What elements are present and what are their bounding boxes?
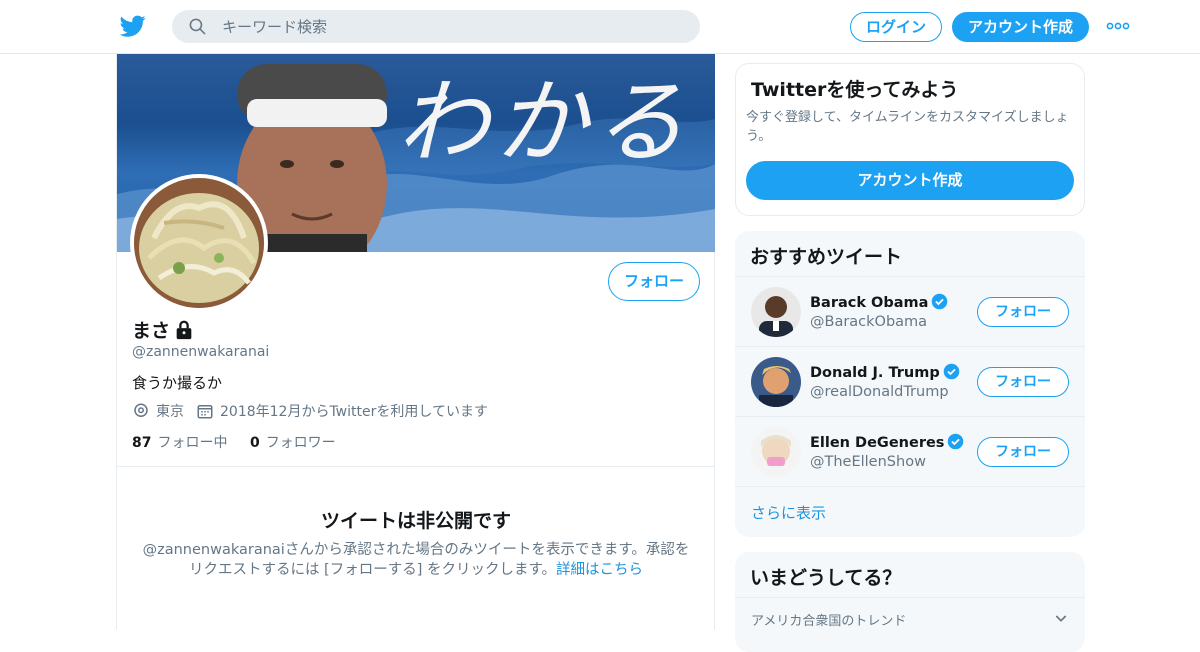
- followers-count: 0: [249, 435, 260, 451]
- account-name-text: Donald J. Trump: [810, 365, 940, 381]
- top-navigation-bar: ログイン アカウント作成: [0, 0, 1200, 54]
- search-input[interactable]: [222, 10, 682, 43]
- follow-button[interactable]: フォロー: [977, 297, 1069, 327]
- profile-handle: @zannenwakaranai: [132, 344, 270, 360]
- ramen-photo: [134, 178, 264, 308]
- login-button[interactable]: ログイン: [850, 12, 942, 42]
- chevron-down-icon[interactable]: [1053, 610, 1069, 626]
- more-options-icon[interactable]: [1106, 20, 1130, 32]
- account-name[interactable]: Donald J. Trump: [810, 363, 960, 381]
- signup-card-button[interactable]: アカウント作成: [746, 161, 1074, 200]
- profile-display-name: まさ: [132, 320, 171, 342]
- recommended-accounts-card: おすすめツイート Barack Obama @BarackObama フォロー …: [735, 231, 1085, 537]
- trends-region-label: アメリカ合衆国のトレンド: [751, 614, 907, 629]
- verified-badge-icon: [932, 293, 948, 310]
- signup-card-title: Twitterを使ってみよう: [751, 79, 959, 101]
- show-more-link[interactable]: さらに表示: [735, 486, 1085, 537]
- account-name-text: Barack Obama: [810, 295, 929, 311]
- private-tweets-description: @zannenwakaranaiさんから承認された場合のみツイートを表示できます…: [137, 540, 695, 580]
- follow-button[interactable]: フォロー: [977, 437, 1069, 467]
- learn-more-link[interactable]: 詳細はこちら: [556, 562, 643, 578]
- twitter-bird-icon[interactable]: [120, 13, 146, 39]
- signup-card-description: 今すぐ登録して、タイムラインをカスタマイズしましょう。: [746, 110, 1069, 144]
- avatar[interactable]: [751, 427, 801, 477]
- profile-avatar[interactable]: [130, 174, 268, 312]
- signup-promo-card: Twitterを使ってみよう 今すぐ登録して、タイムラインをカスタマイズしましょ…: [735, 63, 1085, 216]
- avatar[interactable]: [751, 287, 801, 337]
- trends-title: いまどうしてる？: [750, 567, 902, 589]
- account-handle: @realDonaldTrump: [810, 384, 949, 400]
- profile-bio: 食うか撮るか: [132, 374, 223, 392]
- protected-lock-icon: [176, 320, 192, 340]
- verified-badge-icon: [948, 433, 964, 450]
- recommended-title: おすすめツイート: [750, 246, 903, 268]
- calendar-icon: [197, 405, 213, 419]
- recommended-item[interactable]: Ellen DeGeneres @TheEllenShow フォロー: [735, 416, 1085, 486]
- recommended-item[interactable]: Barack Obama @BarackObama フォロー: [735, 276, 1085, 346]
- follow-button[interactable]: フォロー: [608, 262, 700, 301]
- search-icon: [189, 18, 206, 35]
- profile-stats: 87 フォロー中 0 フォロワー: [132, 432, 354, 452]
- private-tweets-title: ツイートは非公開です: [320, 510, 511, 532]
- follow-button[interactable]: フォロー: [977, 367, 1069, 397]
- avatar[interactable]: [751, 357, 801, 407]
- followers-label: フォロワー: [265, 435, 336, 451]
- recommended-item[interactable]: Donald J. Trump @realDonaldTrump フォロー: [735, 346, 1085, 416]
- banner-text: わかる: [397, 69, 692, 176]
- account-name[interactable]: Ellen DeGeneres: [810, 433, 964, 451]
- following-label: フォロー中: [157, 435, 228, 451]
- search-box[interactable]: [172, 10, 700, 43]
- verified-badge-icon: [943, 363, 960, 380]
- followers-stat[interactable]: 0 フォロワー: [250, 435, 354, 451]
- location-icon: [134, 403, 148, 417]
- profile-card: わかる フォロー まさ @zannenwakaranai 食うか撮るか 東京 2…: [116, 54, 715, 630]
- trends-card: いまどうしてる？ アメリカ合衆国のトレンド: [735, 552, 1085, 652]
- following-count: 87: [132, 435, 152, 451]
- account-handle: @TheEllenShow: [810, 454, 926, 470]
- trends-region-selector[interactable]: アメリカ合衆国のトレンド: [735, 597, 1085, 637]
- profile-joined-date: 2018年12月からTwitterを利用しています: [220, 404, 488, 420]
- following-stat[interactable]: 87 フォロー中: [132, 435, 250, 451]
- divider: [117, 466, 715, 467]
- account-handle: @BarackObama: [810, 314, 928, 330]
- show-more-label: さらに表示: [751, 504, 827, 522]
- profile-location: 東京: [156, 404, 184, 420]
- account-name[interactable]: Barack Obama: [810, 293, 948, 311]
- account-name-text: Ellen DeGeneres: [810, 435, 945, 451]
- signup-button[interactable]: アカウント作成: [952, 12, 1089, 42]
